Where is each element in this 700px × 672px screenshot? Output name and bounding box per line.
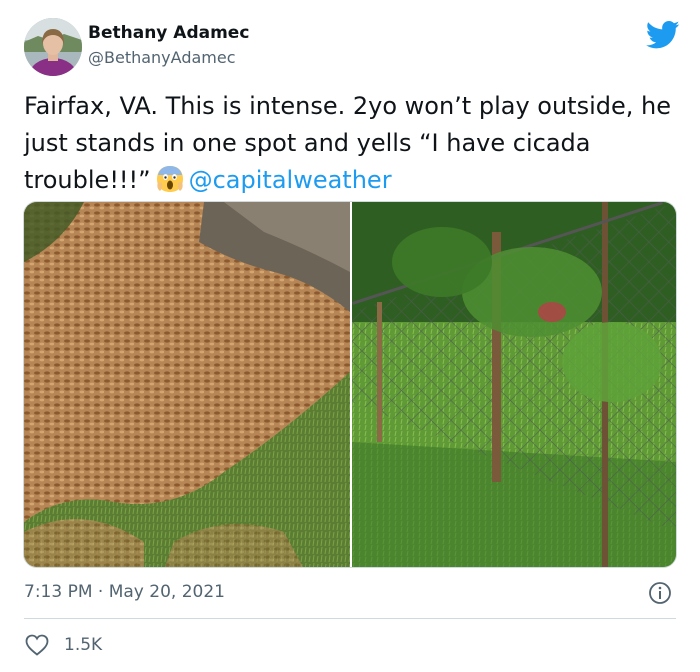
tweet-header: Bethany Adamec @BethanyAdamec bbox=[24, 18, 684, 78]
photo-cicadas-on-grass[interactable] bbox=[24, 202, 350, 567]
twitter-bird-icon[interactable] bbox=[645, 20, 680, 50]
tweet-timestamp: 7:13 PM · May 20, 2021 bbox=[24, 582, 225, 602]
heart-icon bbox=[24, 633, 50, 657]
tweet-date[interactable]: May 20, 2021 bbox=[109, 582, 225, 602]
info-icon[interactable] bbox=[648, 581, 672, 605]
media-grid bbox=[23, 201, 677, 568]
divider bbox=[24, 618, 676, 619]
timestamp-separator: · bbox=[92, 582, 109, 602]
author-name[interactable]: Bethany Adamec bbox=[88, 23, 249, 43]
screaming-face-emoji bbox=[155, 164, 185, 194]
mention-link[interactable]: @capitalweather bbox=[189, 166, 392, 194]
avatar[interactable] bbox=[24, 18, 82, 76]
like-count: 1.5K bbox=[64, 635, 103, 655]
tweet-text: Fairfax, VA. This is intense. 2yo won’t … bbox=[24, 88, 680, 199]
tweet-time[interactable]: 7:13 PM bbox=[24, 582, 93, 602]
author-handle[interactable]: @BethanyAdamec bbox=[88, 48, 236, 67]
photo-chain-link-fence[interactable] bbox=[352, 202, 676, 567]
like-button[interactable]: 1.5K bbox=[24, 630, 102, 660]
